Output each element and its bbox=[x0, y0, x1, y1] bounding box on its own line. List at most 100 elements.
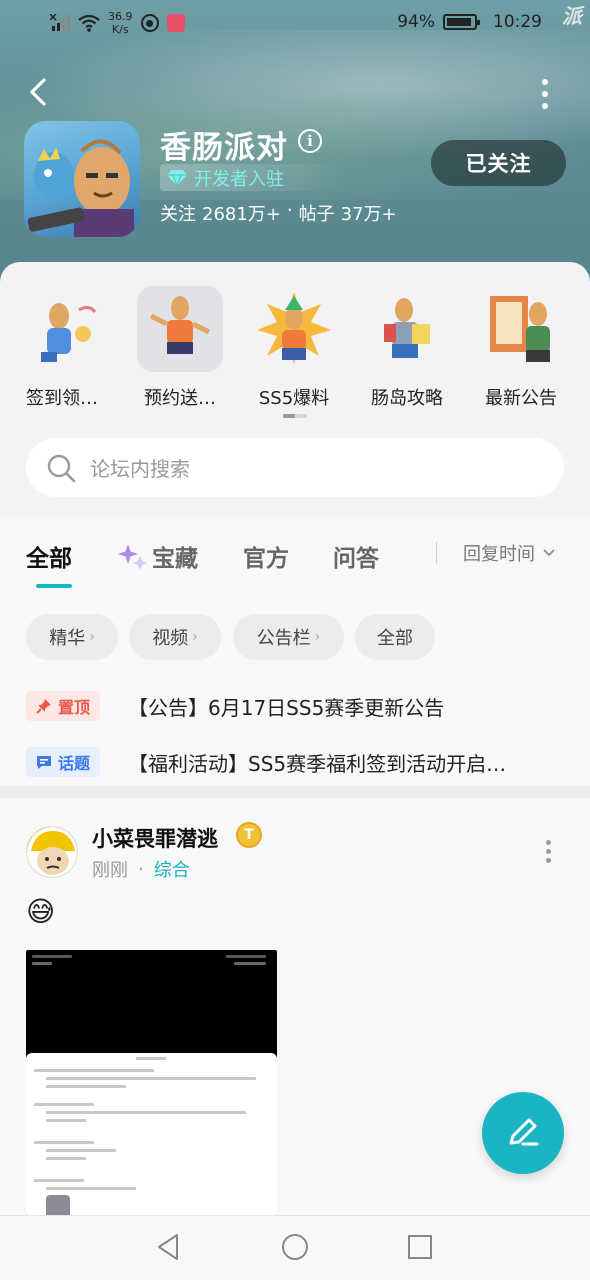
screenshot-comment-sheet bbox=[26, 1053, 277, 1215]
filter-chip-featured[interactable]: 精华 › bbox=[26, 614, 118, 660]
sort-label: 回复时间 bbox=[463, 544, 535, 565]
game-title: 香肠派对 bbox=[160, 130, 288, 166]
filter-chip-label: 视频 bbox=[152, 628, 189, 649]
system-home-button[interactable] bbox=[280, 1232, 310, 1262]
quick-link-label: 最新公告 bbox=[485, 388, 557, 409]
topic-tag-label: 话题 bbox=[58, 754, 91, 773]
diamond-icon bbox=[167, 169, 187, 187]
battery-icon bbox=[443, 14, 480, 30]
record-icon bbox=[140, 14, 159, 32]
meta-dot: · bbox=[138, 858, 144, 880]
section-divider bbox=[0, 786, 590, 798]
tab-official[interactable]: 官方 bbox=[243, 539, 289, 573]
triangle-back-icon bbox=[158, 1234, 178, 1260]
filter-chip-label: 全部 bbox=[377, 628, 413, 649]
filter-chip-all[interactable]: 全部 bbox=[355, 614, 435, 660]
signal-icon bbox=[50, 14, 70, 31]
user-level-badge: T bbox=[236, 822, 262, 848]
developer-badge-label: 开发者入驻 bbox=[194, 168, 284, 190]
pinned-tag-label: 置顶 bbox=[58, 698, 91, 717]
post-more-button[interactable] bbox=[546, 840, 551, 863]
tab-qa[interactable]: 问答 bbox=[333, 539, 379, 573]
watermark-logo: 派 bbox=[562, 4, 582, 28]
announcement-character-icon bbox=[478, 286, 564, 372]
post-category[interactable]: 综合 bbox=[154, 856, 190, 882]
more-options-button[interactable] bbox=[530, 76, 560, 112]
quick-link-label: 肠岛攻略 bbox=[371, 388, 443, 409]
wifi-icon bbox=[78, 14, 100, 32]
chat-bubble-icon bbox=[37, 756, 51, 769]
filter-chip-bulletin[interactable]: 公告栏 › bbox=[233, 614, 344, 660]
chevron-right-icon: › bbox=[89, 629, 95, 645]
filter-chip-label: 精华 bbox=[49, 628, 86, 649]
forum-stats: 关注 2681万+ · 帖子 37万+ bbox=[160, 200, 397, 226]
quick-link-label: 预约送… bbox=[144, 388, 216, 409]
developer-badge[interactable]: 开发者入驻 bbox=[160, 164, 344, 191]
stats-separator: · bbox=[286, 200, 293, 221]
active-tab-indicator bbox=[36, 584, 72, 588]
post-content-emoji: 😅 bbox=[26, 895, 56, 928]
network-speed: 36.9 K/s bbox=[108, 10, 133, 36]
followed-button[interactable]: 已关注 bbox=[431, 140, 566, 186]
system-back-button[interactable] bbox=[153, 1232, 183, 1262]
game-art-icon bbox=[27, 139, 134, 237]
system-recents-button[interactable] bbox=[405, 1232, 435, 1262]
quick-link-reserve[interactable]: 预约送… bbox=[125, 282, 235, 410]
pinned-notice[interactable]: 置顶 【公告】6月17日SS5赛季更新公告 bbox=[26, 691, 566, 721]
sort-divider bbox=[436, 542, 437, 564]
pin-icon bbox=[36, 699, 51, 714]
checkin-character-icon bbox=[19, 286, 105, 372]
app-notification-icon bbox=[166, 14, 185, 32]
quick-links-scroll-indicator bbox=[283, 414, 307, 418]
topic-notice[interactable]: 话题 【福利活动】SS5赛季福利签到活动开启… bbox=[26, 747, 566, 777]
chevron-left-icon bbox=[30, 78, 46, 106]
quick-link-ss5[interactable]: SS5爆料 bbox=[239, 282, 349, 410]
ss5-character-icon bbox=[251, 286, 337, 372]
pinned-tag: 置顶 bbox=[26, 691, 101, 721]
posts-count: 37万+ bbox=[340, 204, 397, 225]
compose-post-button[interactable] bbox=[482, 1092, 564, 1174]
post-meta: 刚刚 · 综合 bbox=[92, 856, 190, 882]
info-icon[interactable]: i bbox=[298, 129, 322, 153]
chevron-right-icon: › bbox=[314, 629, 321, 645]
tab-treasure[interactable]: 宝藏 bbox=[118, 539, 198, 573]
topic-tag: 话题 bbox=[26, 747, 101, 777]
guide-character-icon bbox=[364, 286, 450, 372]
more-dots-icon bbox=[546, 840, 551, 845]
network-speed-unit: K/s bbox=[111, 23, 129, 36]
avatar-face-icon bbox=[27, 827, 77, 877]
pen-icon bbox=[509, 1118, 539, 1146]
status-bar: 36.9 K/s 94% 10:29 派 bbox=[0, 0, 590, 48]
more-dots-icon bbox=[542, 79, 548, 85]
follow-label: 关注 bbox=[160, 204, 196, 225]
forum-search-input[interactable]: 论坛内搜索 bbox=[26, 438, 564, 497]
posts-label: 帖子 bbox=[298, 204, 335, 225]
reserve-character-icon bbox=[137, 286, 223, 372]
quick-link-guide[interactable]: 肠岛攻略 bbox=[352, 282, 462, 410]
tab-all[interactable]: 全部 bbox=[26, 539, 72, 573]
game-icon[interactable] bbox=[24, 121, 140, 237]
system-navigation-bar bbox=[0, 1215, 590, 1280]
battery-percent: 94% bbox=[397, 12, 435, 32]
pinned-notice-title: 【公告】6月17日SS5赛季更新公告 bbox=[128, 695, 445, 720]
back-button[interactable] bbox=[20, 72, 56, 112]
avatar[interactable] bbox=[26, 826, 78, 878]
filter-chip-video[interactable]: 视频 › bbox=[129, 614, 221, 660]
sort-dropdown[interactable]: 回复时间 bbox=[436, 540, 555, 566]
search-placeholder: 论坛内搜索 bbox=[90, 457, 190, 481]
clock: 10:29 bbox=[493, 12, 542, 32]
network-speed-value: 36.9 bbox=[108, 10, 133, 23]
circle-home-icon bbox=[282, 1234, 308, 1260]
search-icon bbox=[47, 454, 76, 482]
quick-links: 签到领… 预约送… SS5爆料 肠岛攻略 最新公告 bbox=[0, 282, 590, 422]
sparkle-icon bbox=[118, 544, 147, 570]
tab-treasure-label: 宝藏 bbox=[152, 546, 198, 572]
quick-link-announcement[interactable]: 最新公告 bbox=[466, 282, 576, 410]
chevron-right-icon: › bbox=[192, 629, 198, 645]
square-recents-icon bbox=[408, 1235, 432, 1259]
topic-notice-title: 【福利活动】SS5赛季福利签到活动开启… bbox=[128, 751, 507, 776]
post-time: 刚刚 bbox=[92, 860, 128, 881]
post-username[interactable]: 小菜畏罪潜逃 bbox=[92, 823, 218, 853]
quick-link-checkin[interactable]: 签到领… bbox=[7, 282, 117, 410]
post-image[interactable] bbox=[26, 950, 277, 1215]
